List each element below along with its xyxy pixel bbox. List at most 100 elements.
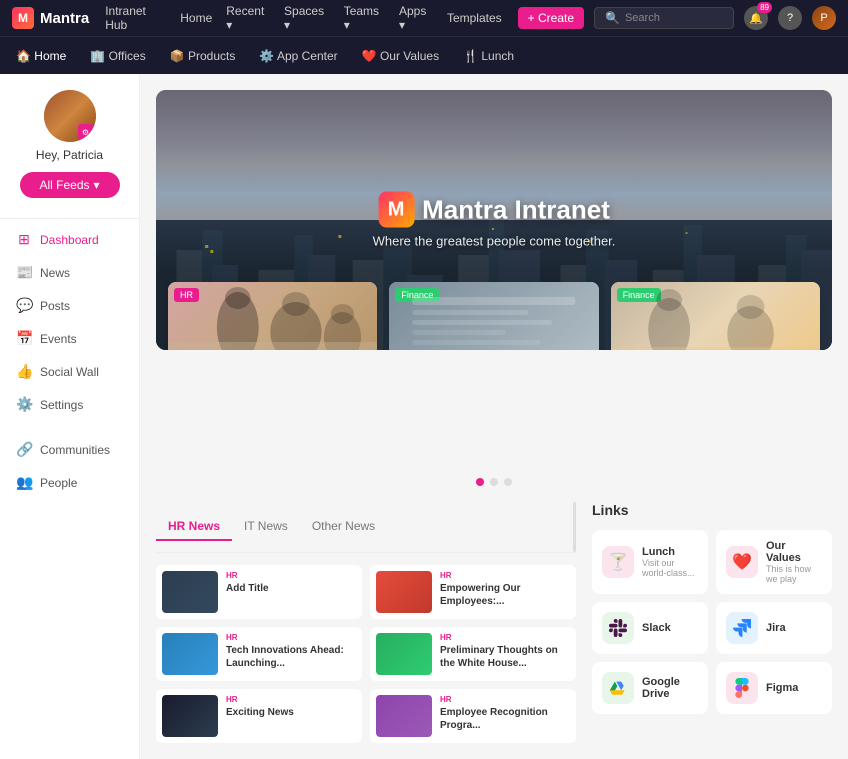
main-layout: ⚙ Hey, Patricia All Feeds ▾ ⊞ Dashboard …	[0, 74, 848, 759]
sidebar-label-people: People	[40, 476, 77, 490]
username: Patricia	[63, 148, 103, 162]
help-icon[interactable]: ?	[778, 6, 802, 30]
nav-spaces[interactable]: Spaces ▾	[284, 4, 330, 32]
tab-hr-news[interactable]: HR News	[156, 513, 232, 541]
sidebar-item-news[interactable]: 📰 News	[0, 256, 139, 289]
news-tag-2: HR	[440, 571, 570, 580]
secondnav-offices[interactable]: 🏢 Offices	[90, 49, 145, 63]
avatar: ⚙	[44, 90, 96, 142]
create-button[interactable]: + Create	[518, 7, 584, 29]
figma-icon	[726, 672, 758, 704]
lunch-desc: Visit our world-class...	[642, 558, 698, 578]
values-desc: This is how we play	[766, 564, 822, 584]
nav-recent[interactable]: Recent ▾	[226, 4, 270, 32]
nav-apps[interactable]: Apps ▾	[399, 4, 433, 32]
news-title-1: Add Title	[226, 582, 269, 595]
nav-items: Intranet Hub Home Recent ▾ Spaces ▾ Team…	[105, 4, 501, 32]
news-text-2: HR Empowering Our Employees:...	[440, 571, 570, 608]
dot-2[interactable]	[490, 478, 498, 486]
second-navigation: 🏠 Home 🏢 Offices 📦 Products ⚙️ App Cente…	[0, 36, 848, 74]
news-thumb-1	[162, 571, 218, 613]
nav-templates[interactable]: Templates	[447, 11, 502, 25]
featured-card-2[interactable]: Finance Example 123	[389, 282, 598, 350]
featured-cards: HR Add Title	[168, 282, 820, 350]
secondnav-ourvalues[interactable]: ❤️ Our Values	[362, 49, 439, 63]
news-title-5: Exciting News	[226, 706, 294, 719]
brand-logo[interactable]: M Mantra	[12, 7, 89, 29]
secondnav-home[interactable]: 🏠 Home	[16, 49, 66, 63]
links-title: Links	[592, 502, 832, 518]
tab-other-news[interactable]: Other News	[300, 513, 387, 541]
gdrive-name: Google Drive	[642, 676, 698, 700]
sidebar-item-dashboard[interactable]: ⊞ Dashboard	[0, 223, 139, 256]
card-image-1: HR	[168, 282, 377, 350]
link-values-text: Our Values This is how we play	[766, 540, 822, 584]
posts-icon: 💬	[16, 297, 32, 314]
tab-it-news[interactable]: IT News	[232, 513, 300, 541]
news-title-3: Tech Innovations Ahead: Launching...	[226, 644, 356, 670]
secondnav-products[interactable]: 📦 Products	[170, 49, 236, 63]
search-box[interactable]: 🔍 Search	[594, 7, 734, 29]
sidebar-label-dashboard: Dashboard	[40, 233, 99, 247]
nav-teams[interactable]: Teams ▾	[344, 4, 385, 32]
news-item-5[interactable]: HR Exciting News	[156, 689, 362, 743]
settings-icon: ⚙️	[16, 396, 32, 413]
sidebar-item-settings[interactable]: ⚙️ Settings	[0, 388, 139, 421]
news-item-6[interactable]: HR Employee Recognition Progra...	[370, 689, 576, 743]
sidebar-label-communities: Communities	[40, 443, 110, 457]
dot-3[interactable]	[504, 478, 512, 486]
news-item-4[interactable]: HR Preliminary Thoughts on the White Hou…	[370, 627, 576, 681]
sidebar: ⚙ Hey, Patricia All Feeds ▾ ⊞ Dashboard …	[0, 74, 140, 759]
search-icon: 🔍	[605, 11, 620, 25]
sidebar-item-people[interactable]: 👥 People	[0, 466, 139, 499]
news-tabs: HR News IT News Other News	[156, 502, 576, 553]
sidebar-divider	[0, 218, 139, 219]
nav-intranet-hub[interactable]: Intranet Hub	[105, 4, 166, 32]
all-feeds-button[interactable]: All Feeds ▾	[20, 172, 120, 198]
figma-name: Figma	[766, 682, 798, 694]
dot-1[interactable]	[476, 478, 484, 486]
news-tag-1: HR	[226, 571, 269, 580]
user-avatar-nav[interactable]: P	[812, 6, 836, 30]
link-jira[interactable]: Jira	[716, 602, 832, 654]
link-our-values[interactable]: ❤️ Our Values This is how we play	[716, 530, 832, 594]
sidebar-item-events[interactable]: 📅 Events	[0, 322, 139, 355]
sidebar-item-social-wall[interactable]: 👍 Social Wall	[0, 355, 139, 388]
featured-card-1[interactable]: HR Add Title	[168, 282, 377, 350]
news-title-4: Preliminary Thoughts on the White House.…	[440, 644, 570, 670]
logo-icon: M	[12, 7, 34, 29]
link-lunch[interactable]: 🍸 Lunch Visit our world-class...	[592, 530, 708, 594]
sidebar-item-posts[interactable]: 💬 Posts	[0, 289, 139, 322]
link-google-drive[interactable]: Google Drive	[592, 662, 708, 714]
link-gdrive-text: Google Drive	[642, 676, 698, 700]
nav-home[interactable]: Home	[180, 11, 212, 25]
secondnav-lunch[interactable]: 🍴 Lunch	[463, 49, 514, 63]
news-thumb-4	[376, 633, 432, 675]
news-text-6: HR Employee Recognition Progra...	[440, 695, 570, 732]
links-grid: 🍸 Lunch Visit our world-class... ❤️ Our …	[592, 530, 832, 714]
link-slack[interactable]: Slack	[592, 602, 708, 654]
news-grid: HR Add Title HR Empowering Our Employees…	[156, 565, 576, 743]
hero-title: Mantra Intranet	[422, 194, 610, 225]
news-thumb-2	[376, 571, 432, 613]
link-figma[interactable]: Figma	[716, 662, 832, 714]
news-tag-4: HR	[440, 633, 570, 642]
jira-name: Jira	[766, 622, 786, 634]
sidebar-label-social: Social Wall	[40, 365, 99, 379]
news-item-3[interactable]: HR Tech Innovations Ahead: Launching...	[156, 627, 362, 681]
feeds-label: All Feeds	[39, 178, 89, 192]
news-item-1[interactable]: HR Add Title	[156, 565, 362, 619]
lunch-name: Lunch	[642, 546, 698, 558]
news-title-6: Employee Recognition Progra...	[440, 706, 570, 732]
gdrive-icon	[602, 672, 634, 704]
featured-card-3[interactable]: Finance Example 12 20. June, 2022 Exampl…	[611, 282, 820, 350]
sidebar-item-communities[interactable]: 🔗 Communities	[0, 433, 139, 466]
sidebar-label-posts: Posts	[40, 299, 70, 313]
news-item-2[interactable]: HR Empowering Our Employees:...	[370, 565, 576, 619]
links-section: Links 🍸 Lunch Visit our world-class... ❤…	[592, 502, 832, 743]
secondnav-appcenter[interactable]: ⚙️ App Center	[259, 49, 337, 63]
values-name: Our Values	[766, 540, 822, 564]
notification-bell[interactable]: 🔔 89	[744, 6, 768, 30]
link-slack-text: Slack	[642, 622, 671, 634]
user-greeting: Hey, Patricia	[36, 148, 103, 162]
